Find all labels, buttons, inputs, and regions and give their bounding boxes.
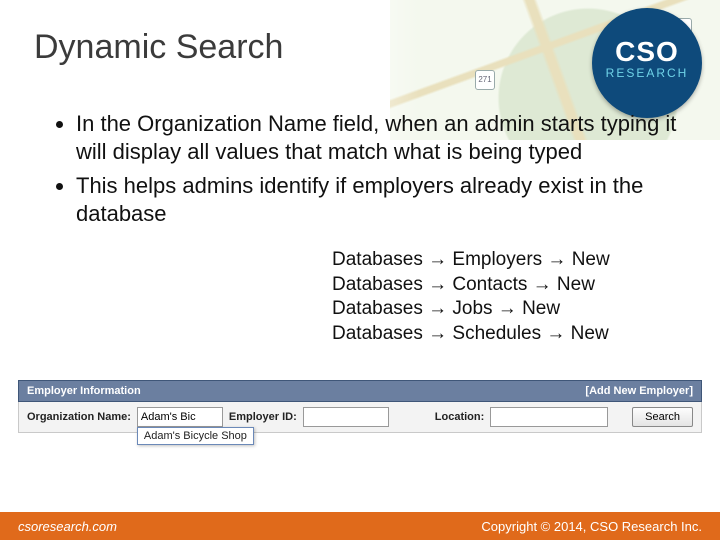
- logo-line2: RESEARCH: [592, 66, 702, 80]
- search-button[interactable]: Search: [632, 407, 693, 427]
- autocomplete-suggestion[interactable]: Adam's Bicycle Shop: [137, 427, 254, 445]
- footer-bar: csoresearch.com Copyright © 2014, CSO Re…: [0, 512, 720, 540]
- add-new-employer-link[interactable]: [Add New Employer]: [585, 385, 693, 397]
- bullet-item: In the Organization Name field, when an …: [76, 110, 680, 166]
- logo-line1: CSO: [592, 36, 702, 68]
- footer-site: csoresearch.com: [18, 519, 117, 534]
- nav-path-line: Databases → Jobs → New: [332, 297, 610, 322]
- employer-form-screenshot: Employer Information [Add New Employer] …: [18, 380, 702, 433]
- location-label: Location:: [435, 411, 485, 423]
- org-name-label: Organization Name:: [27, 411, 131, 423]
- search-row: Organization Name: Adam's Bicycle Shop E…: [18, 402, 702, 433]
- footer-copyright: Copyright © 2014, CSO Research Inc.: [481, 519, 702, 534]
- cso-logo: CSO RESEARCH: [592, 8, 702, 118]
- section-title: Employer Information: [27, 385, 141, 397]
- body-text: In the Organization Name field, when an …: [54, 110, 680, 235]
- employer-id-input[interactable]: [303, 407, 389, 427]
- nav-path-line: Databases → Employers → New: [332, 248, 610, 273]
- location-input[interactable]: [490, 407, 608, 427]
- nav-path-line: Databases → Schedules → New: [332, 322, 610, 347]
- employer-id-label: Employer ID:: [229, 411, 297, 423]
- nav-paths: Databases → Employers → New Databases → …: [332, 248, 610, 347]
- bullet-item: This helps admins identify if employers …: [76, 172, 680, 228]
- route-shield: 271: [475, 70, 495, 90]
- nav-path-line: Databases → Contacts → New: [332, 273, 610, 298]
- org-name-input[interactable]: [137, 407, 223, 427]
- section-header: Employer Information [Add New Employer]: [18, 380, 702, 402]
- page-title: Dynamic Search: [34, 28, 283, 67]
